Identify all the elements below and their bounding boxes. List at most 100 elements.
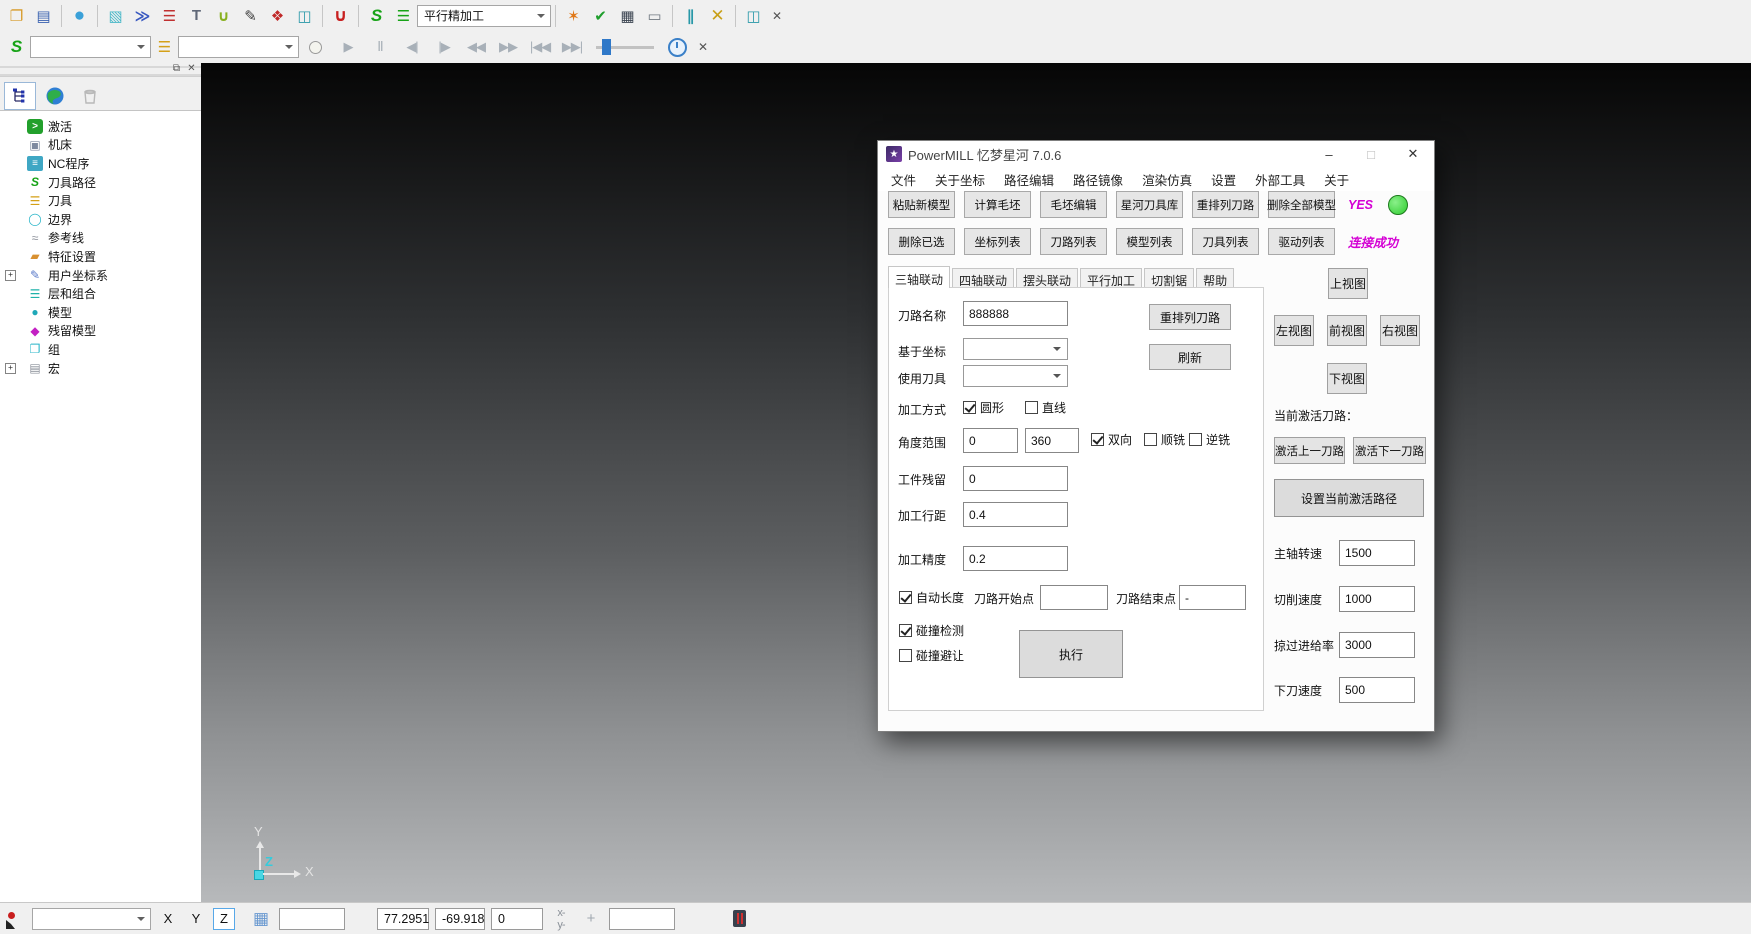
rearrange-toolpaths-button[interactable]: 重排列刀路 bbox=[1192, 191, 1259, 218]
view-top-button[interactable]: 上视图 bbox=[1328, 268, 1368, 299]
minimize-icon[interactable]: – bbox=[1308, 141, 1350, 167]
open-project-icon[interactable]: ❐ bbox=[4, 3, 29, 28]
grid-icon[interactable]: ▦ bbox=[249, 907, 273, 931]
collision-avoid-checkbox[interactable]: 碰撞避让 bbox=[899, 647, 964, 664]
activate-next-button[interactable]: 激活下一刀路 bbox=[1353, 437, 1426, 464]
view-bottom-button[interactable]: 下视图 bbox=[1327, 363, 1367, 394]
auto-length-checkbox[interactable]: 自动长度 bbox=[899, 589, 964, 606]
tree-item-stock-models[interactable]: ◆残留模型 bbox=[0, 322, 201, 341]
menu-external-tools[interactable]: 外部工具 bbox=[1255, 170, 1305, 189]
stepover-field[interactable]: 0.4 bbox=[963, 502, 1068, 527]
toolpath-edit-icon[interactable]: ☰ bbox=[157, 3, 182, 28]
spindle-speed-field[interactable]: 1500 bbox=[1339, 540, 1415, 566]
tool-pair-icon[interactable]: ∥ bbox=[678, 3, 703, 28]
set-active-path-button[interactable]: 设置当前激活路径 bbox=[1274, 479, 1424, 517]
save-project-icon[interactable]: ▤ bbox=[31, 3, 56, 28]
tab-web-browser[interactable] bbox=[39, 82, 71, 110]
delete-selected-button[interactable]: 删除已选 bbox=[888, 228, 955, 255]
cutting-feed-field[interactable]: 1000 bbox=[1339, 586, 1415, 612]
tool-cross-icon[interactable]: ✕ bbox=[705, 3, 730, 28]
coord-list-button[interactable]: 坐标列表 bbox=[964, 228, 1031, 255]
menu-file[interactable]: 文件 bbox=[891, 170, 916, 189]
coord-y-field[interactable]: -69.918 bbox=[435, 908, 485, 930]
tree-item-activate[interactable]: >激活 bbox=[0, 117, 201, 136]
tool-library-button[interactable]: 星河刀具库 bbox=[1116, 191, 1183, 218]
line-checkbox[interactable]: 直线 bbox=[1025, 399, 1066, 416]
view-front-button[interactable]: 前视图 bbox=[1327, 315, 1367, 346]
tab-help[interactable]: 帮助 bbox=[1196, 268, 1234, 288]
axis-x-button[interactable]: X bbox=[157, 908, 179, 930]
conventional-mill-checkbox[interactable]: 逆铣 bbox=[1189, 431, 1230, 448]
boundary-icon[interactable]: ∪ bbox=[211, 3, 236, 28]
status-combobox[interactable] bbox=[32, 908, 151, 930]
end-point-field[interactable]: - bbox=[1179, 585, 1246, 610]
model-list-button[interactable]: 模型列表 bbox=[1116, 228, 1183, 255]
stock-edit-button[interactable]: 毛坯编辑 bbox=[1040, 191, 1107, 218]
execute-button[interactable]: 执行 bbox=[1019, 630, 1123, 678]
panel-restore-icon[interactable]: ⧉ bbox=[170, 63, 183, 74]
view-left-button[interactable]: 左视图 bbox=[1274, 315, 1314, 346]
skim-feed-field[interactable]: 3000 bbox=[1339, 632, 1415, 658]
maximize-icon[interactable]: □ bbox=[1350, 141, 1392, 167]
drive-list-button[interactable]: 驱动列表 bbox=[1268, 228, 1335, 255]
base-coord-combobox[interactable] bbox=[963, 338, 1068, 360]
tool-holder-icon[interactable]: ∪ bbox=[328, 3, 353, 28]
pattern-edit-icon[interactable]: ✎ bbox=[238, 3, 263, 28]
pause-icon[interactable]: Ⅱ bbox=[365, 35, 395, 60]
dialog-titlebar[interactable]: ★ PowerMILL 忆梦星河 7.0.6 – □ ✕ bbox=[878, 141, 1434, 168]
toolpath-list-icon[interactable]: ☰ bbox=[391, 3, 416, 28]
toolbar-close-icon[interactable]: ✕ bbox=[768, 3, 786, 28]
lightbulb-icon[interactable] bbox=[309, 41, 322, 54]
circular-checkbox[interactable]: 圆形 bbox=[963, 399, 1004, 416]
view-right-button[interactable]: 右视图 bbox=[1380, 315, 1420, 346]
menu-render-sim[interactable]: 渲染仿真 bbox=[1142, 170, 1192, 189]
menu-about[interactable]: 关于 bbox=[1324, 170, 1349, 189]
fast-forward-icon[interactable]: ▶▶ bbox=[493, 35, 523, 60]
simulation-speed-slider[interactable] bbox=[596, 38, 654, 56]
play-icon[interactable]: ▶ bbox=[333, 35, 363, 60]
tolerance-field[interactable]: 0.2 bbox=[963, 546, 1068, 571]
tab-swivel-head[interactable]: 摆头联动 bbox=[1016, 268, 1078, 288]
slider-handle[interactable] bbox=[602, 39, 611, 55]
tree-item-reference-lines[interactable]: ≈参考线 bbox=[0, 229, 201, 248]
tree-item-tools[interactable]: ☰刀具 bbox=[0, 191, 201, 210]
tree-item-levels-and-sets[interactable]: ☰层和组合 bbox=[0, 284, 201, 303]
collision-detect-checkbox[interactable]: 碰撞检测 bbox=[899, 622, 964, 639]
tool-flame-icon[interactable]: ✶ bbox=[561, 3, 586, 28]
tree-item-boundaries[interactable]: ◯边界 bbox=[0, 210, 201, 229]
tree-item-machine-tool[interactable]: ▣机床 bbox=[0, 136, 201, 155]
angle-to-field[interactable]: 360 bbox=[1025, 428, 1079, 453]
tree-item-models[interactable]: ●模型 bbox=[0, 303, 201, 322]
plunge-feed-field[interactable]: 500 bbox=[1339, 677, 1415, 703]
panel-grip[interactable]: ⧉ ✕ bbox=[0, 63, 201, 77]
tree-item-nc-programs[interactable]: ≡NC程序 bbox=[0, 154, 201, 173]
pattern-points-icon[interactable]: ❖ bbox=[265, 3, 290, 28]
step-back-icon[interactable]: ◀| bbox=[397, 35, 427, 60]
calc-stock-button[interactable]: 计算毛坯 bbox=[964, 191, 1031, 218]
calculator-icon[interactable]: ▦ bbox=[615, 3, 640, 28]
rewind-icon[interactable]: ◀◀ bbox=[461, 35, 491, 60]
tab-saw[interactable]: 切割锯 bbox=[1144, 268, 1194, 288]
rearrange-button[interactable]: 重排列刀路 bbox=[1149, 304, 1231, 330]
axis-z-button[interactable]: Z bbox=[213, 908, 235, 930]
grid-size-field[interactable] bbox=[279, 908, 345, 930]
stock-allowance-field[interactable]: 0 bbox=[963, 466, 1068, 491]
tool-combobox[interactable] bbox=[178, 36, 299, 58]
menu-about-coords[interactable]: 关于坐标 bbox=[935, 170, 985, 189]
expand-icon[interactable]: + bbox=[5, 363, 16, 374]
delete-all-models-button[interactable]: 删除全部模型 bbox=[1268, 191, 1335, 218]
strategy-combobox[interactable]: 平行精加工 bbox=[417, 5, 551, 27]
refresh-button[interactable]: 刷新 bbox=[1149, 344, 1231, 370]
tree-item-toolpaths[interactable]: S刀具路径 bbox=[0, 173, 201, 192]
step-forward-icon[interactable]: |▶ bbox=[429, 35, 459, 60]
coord-x-field[interactable]: 77.2951 bbox=[377, 908, 429, 930]
shaded-ball-icon[interactable]: ● bbox=[67, 3, 92, 28]
tree-item-workplanes[interactable]: +✎用户坐标系 bbox=[0, 266, 201, 285]
ruler-icon[interactable]: ▭ bbox=[642, 3, 667, 28]
climb-mill-checkbox[interactable]: 顺铣 bbox=[1144, 431, 1185, 448]
activate-prev-button[interactable]: 激活上一刀路 bbox=[1274, 437, 1345, 464]
tool-block-icon[interactable]: ◫ bbox=[292, 3, 317, 28]
start-point-field[interactable] bbox=[1040, 585, 1108, 610]
use-tool-combobox[interactable] bbox=[963, 365, 1068, 387]
tool-verify-icon[interactable]: ✔ bbox=[588, 3, 613, 28]
